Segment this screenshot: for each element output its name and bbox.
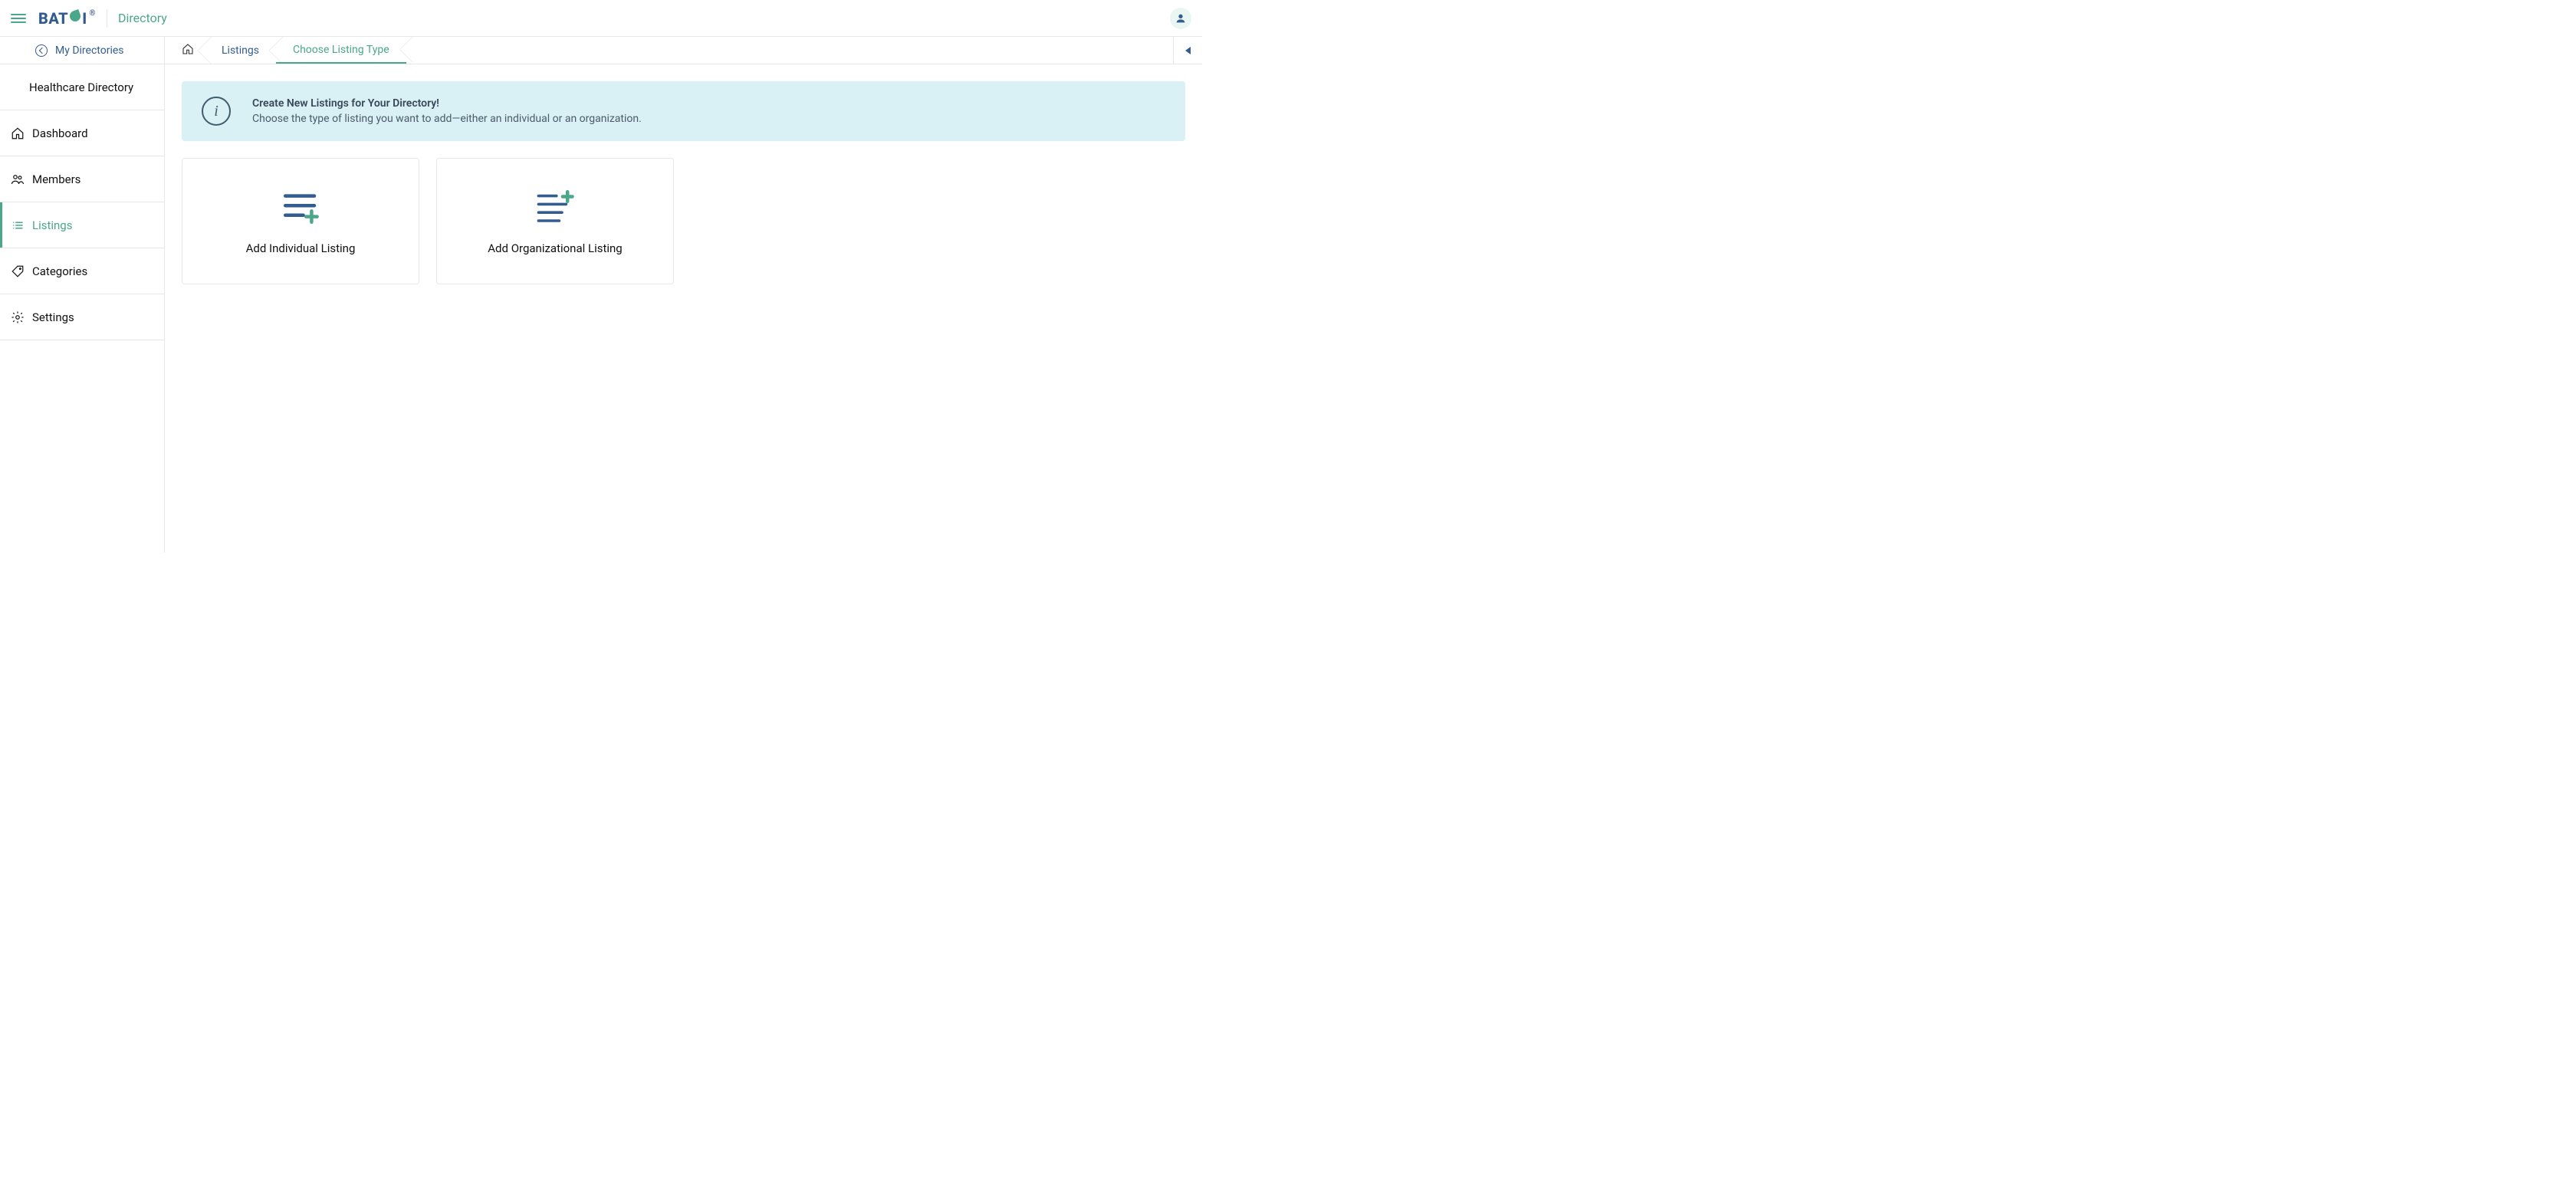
app-name[interactable]: Directory [118, 11, 167, 25]
info-icon: i [202, 97, 231, 126]
listings-icon [11, 218, 25, 232]
triangle-left-icon [1185, 47, 1191, 54]
breadcrumb-listings[interactable]: Listings [205, 37, 276, 64]
info-panel: i Create New Listings for Your Directory… [182, 81, 1185, 141]
sidebar-item-listings[interactable]: Listings [0, 202, 164, 248]
avatar[interactable] [1170, 8, 1191, 29]
logo-text-b: I [82, 9, 87, 28]
back-to-directories[interactable]: My Directories [0, 37, 164, 64]
card-label: Add Organizational Listing [488, 241, 622, 255]
sidebar-item-label: Members [32, 172, 80, 186]
card-add-organizational[interactable]: Add Organizational Listing [436, 158, 674, 284]
sidebar-item-categories[interactable]: Categories [0, 248, 164, 294]
breadcrumb-label: Choose Listing Type [293, 44, 389, 56]
sidebar-nav: Dashboard Members [0, 110, 164, 340]
info-subtitle: Choose the type of listing you want to a… [252, 113, 642, 125]
card-add-individual[interactable]: Add Individual Listing [182, 158, 419, 284]
sidebar-item-label: Settings [32, 310, 74, 324]
list-plus-bottom-icon [280, 188, 321, 226]
hamburger-button[interactable] [11, 11, 26, 26]
listing-type-cards: Add Individual Listing [182, 158, 1185, 284]
logo-text-a: BAT [38, 9, 68, 28]
breadcrumb: Listings Choose Listing Type [165, 37, 1202, 64]
breadcrumb-label: Listings [222, 44, 259, 57]
directory-name: Healthcare Directory [0, 64, 164, 110]
leaf-icon [68, 9, 82, 23]
sidebar-item-label: Listings [32, 218, 72, 232]
home-icon [182, 43, 194, 58]
logo-registered: ® [90, 9, 96, 18]
back-label: My Directories [55, 44, 124, 57]
members-icon [11, 172, 25, 186]
breadcrumb-collapse-button[interactable] [1173, 37, 1202, 64]
main: Listings Choose Listing Type i Create Ne… [165, 37, 1202, 553]
logo[interactable]: BAT I ® [38, 9, 96, 28]
gear-icon [11, 310, 25, 324]
sidebar-item-dashboard[interactable]: Dashboard [0, 110, 164, 156]
sidebar-item-settings[interactable]: Settings [0, 294, 164, 340]
sidebar-item-members[interactable]: Members [0, 156, 164, 202]
user-icon [1175, 12, 1187, 25]
breadcrumb-home[interactable] [165, 37, 205, 64]
content: i Create New Listings for Your Directory… [165, 64, 1202, 301]
sidebar: My Directories Healthcare Directory Dash… [0, 37, 165, 553]
card-label: Add Individual Listing [246, 241, 356, 255]
info-title: Create New Listings for Your Directory! [252, 97, 642, 110]
sidebar-item-label: Dashboard [32, 126, 88, 140]
sidebar-item-label: Categories [32, 264, 87, 278]
tag-icon [11, 264, 25, 278]
top-nav: BAT I ® Directory [0, 0, 1202, 37]
list-plus-top-icon [534, 188, 576, 226]
arrow-left-circle-icon [35, 44, 48, 57]
home-icon [11, 126, 25, 140]
breadcrumb-choose-listing-type[interactable]: Choose Listing Type [276, 37, 406, 64]
